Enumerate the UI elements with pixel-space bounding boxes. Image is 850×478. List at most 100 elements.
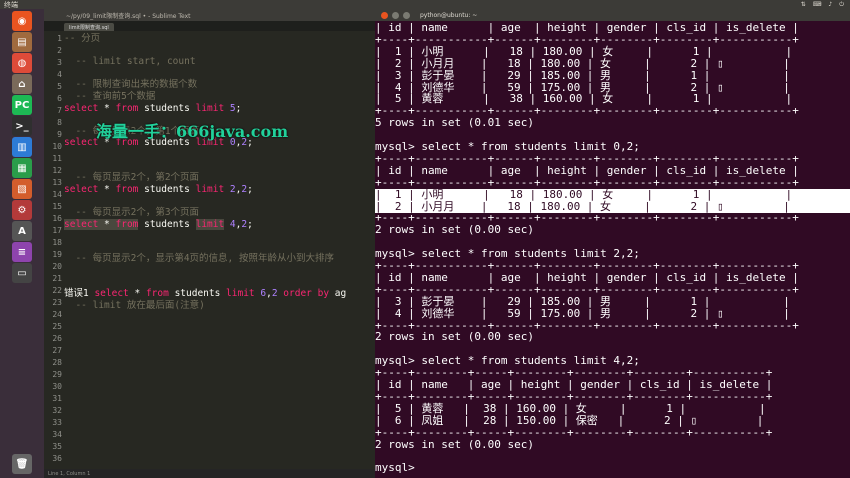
code-token: ;	[247, 183, 253, 195]
code-area[interactable]: -- 分页 -- limit start, count -- 限制查询出来的数据…	[62, 31, 375, 470]
code-token: students	[168, 288, 227, 300]
code-line: -- 每页显示2个，第3个页面	[64, 207, 199, 219]
line-number: 12	[52, 166, 62, 175]
chrome-icon[interactable]: ◍	[12, 53, 32, 73]
purple-app-icon[interactable]: ≡	[12, 242, 32, 262]
code-token: from	[115, 218, 139, 230]
network-icon[interactable]: ⇅	[801, 1, 806, 9]
code-token: -- 限制查询出来的数据个数	[64, 79, 198, 91]
code-token: -- 每页显示2个，第2个页面	[64, 172, 200, 184]
code-token: ag	[329, 288, 347, 300]
minimize-icon[interactable]	[392, 11, 399, 19]
terminal-line: +----+-----------+------+--------+------…	[375, 282, 799, 296]
monitor-icon[interactable]: ▭	[12, 263, 32, 283]
code-token: -- 每页显示2个，第3个页面	[64, 207, 200, 218]
editor-title-bar: ~/py/09_limit限制查询.sql • - Sublime Text	[44, 9, 375, 21]
code-line: select * from students limit 5;	[64, 103, 241, 115]
code-token: -- 查询前5个数据	[64, 91, 156, 102]
home-folder-icon[interactable]: ⌂	[12, 74, 32, 94]
code-token: 5	[224, 102, 236, 114]
line-number: 31	[52, 394, 62, 403]
code-token: students	[138, 183, 196, 195]
terminal-line: | 2 | 小月月 | 18 | 180.00 | 女 | 2 | ▯ |	[375, 56, 790, 70]
terminal-line: 5 rows in set (0.01 sec)	[375, 116, 534, 130]
code-token: select	[64, 102, 99, 114]
terminal-line: 2 rows in set (0.00 sec)	[375, 223, 534, 237]
code-token: *	[128, 288, 146, 300]
line-number-gutter: 1 2 3 4 5 6 7 8 9 10 11 12 13 14 15 16 17 18 19 20 21 22 23 24 2…	[44, 31, 62, 470]
code-token: -- 分页	[64, 33, 101, 44]
line-number: 22	[52, 286, 62, 295]
status-text: Line 1, Column 1	[48, 470, 91, 477]
line-number: 15	[52, 202, 62, 211]
line-number: 34	[52, 430, 62, 439]
line-number: 1	[57, 34, 62, 43]
spreadsheet-icon[interactable]: ▦	[12, 158, 32, 178]
code-token: limit	[195, 102, 225, 114]
settings-icon[interactable]: ⚙	[12, 200, 32, 220]
line-number: 25	[52, 322, 62, 331]
line-number: 17	[52, 226, 62, 235]
code-line: -- limit start, count	[64, 56, 195, 68]
line-number: 30	[52, 382, 62, 391]
line-number: 13	[52, 178, 62, 187]
code-token: 6	[254, 288, 267, 300]
ubuntu-dash-icon[interactable]: ◉	[12, 11, 32, 31]
trash-icon[interactable]: 🗑	[12, 454, 32, 474]
power-icon[interactable]: ⏻	[839, 1, 844, 9]
keyboard-icon[interactable]: ⌨	[813, 1, 822, 9]
line-number: 35	[52, 442, 62, 451]
pycharm-icon[interactable]: PC	[12, 95, 32, 115]
terminal-prompt-line: mysql>	[375, 461, 422, 475]
terminal-line: | 6 | 凤姐 | 28 | 150.00 | 保密 | 2 | ▯ |	[375, 413, 764, 427]
code-token: *	[98, 218, 116, 230]
line-number: 19	[52, 250, 62, 259]
maximize-icon[interactable]	[403, 11, 410, 19]
terminal-line: 2 rows in set (0.00 sec)	[375, 437, 534, 451]
editor-tab-bar: limit限制查询.sql	[44, 21, 375, 31]
line-number: 9	[57, 130, 62, 139]
line-number: 33	[52, 418, 62, 427]
line-number: 8	[57, 118, 62, 127]
code-token: students	[138, 102, 196, 114]
code-token: order by	[277, 288, 330, 300]
line-number: 14	[52, 190, 62, 199]
code-line: select * from students limit 2,2;	[64, 184, 253, 196]
editor-title: ~/py/09_limit限制查询.sql • - Sublime Text	[66, 12, 191, 20]
presentation-icon[interactable]: ▧	[12, 179, 32, 199]
close-icon[interactable]	[381, 11, 388, 19]
document-icon[interactable]: ▥	[12, 137, 32, 157]
line-number: 10	[52, 142, 62, 151]
code-line: -- 分页	[64, 33, 100, 45]
line-number: 29	[52, 370, 62, 379]
line-number: 32	[52, 406, 62, 415]
line-number: 2	[57, 46, 62, 55]
code-line: -- 查询前5个数据	[64, 91, 155, 103]
files-icon[interactable]: ▤	[12, 32, 32, 52]
line-number: 24	[52, 310, 62, 319]
terminal-line: | id | name | age | height | gender | cl…	[375, 163, 799, 177]
sublime-editor-window: ~/py/09_limit限制查询.sql • - Sublime Text l…	[44, 9, 375, 478]
terminal-line: +----+--------+-----+--------+--------+-…	[375, 425, 773, 439]
system-tray[interactable]: ⇅ ⌨ ♪ ⏻	[801, 1, 850, 9]
code-line: -- 限制查询出来的数据个数	[64, 79, 197, 91]
sublime-icon[interactable]: A	[12, 221, 32, 241]
code-line: -- 每页显示2个，第2个页面	[64, 172, 199, 184]
code-token: ;	[235, 102, 242, 114]
code-token: *	[98, 102, 116, 114]
line-number: 20	[52, 262, 62, 271]
line-number: 28	[52, 358, 62, 367]
editor-status-bar: Line 1, Column 1	[44, 469, 375, 478]
terminal-line: | 5 | 黄蓉 | 38 | 160.00 | 女 | 1 | |	[375, 401, 766, 415]
code-token: limit	[195, 218, 225, 230]
code-token: students	[138, 218, 196, 230]
terminal-line: 2 rows in set (0.00 sec)	[375, 330, 534, 344]
code-token: 4	[224, 218, 236, 230]
editor-tab[interactable]: limit限制查询.sql	[64, 23, 114, 31]
sound-icon[interactable]: ♪	[828, 1, 832, 9]
terminal-window[interactable]: python@ubuntu: ~ | id | name | age | hei…	[375, 9, 850, 478]
code-line: -- 每页显示2个，显示第4页的信息, 按照年龄从小到大排序	[64, 253, 334, 265]
code-token: from	[115, 102, 139, 114]
code-line: 错误1 select * from students limit 6,2 ord…	[64, 288, 346, 300]
terminal-icon[interactable]: >_	[12, 116, 32, 136]
